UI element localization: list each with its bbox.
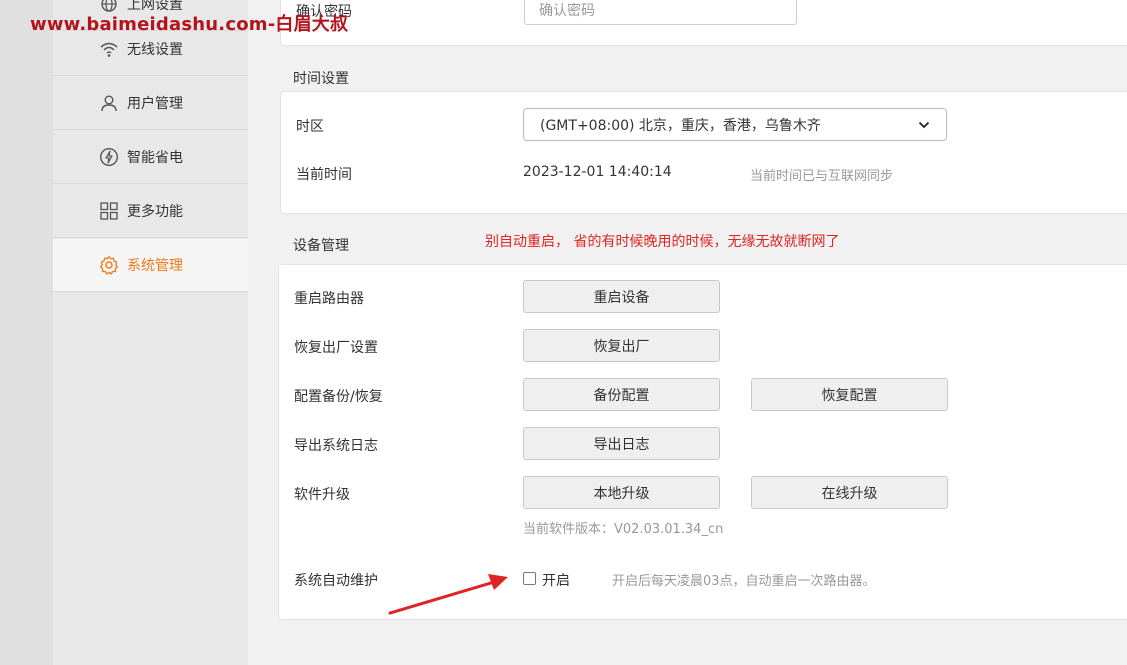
time-sync-hint: 当前时间已与互联网同步 bbox=[750, 169, 894, 184]
sidebar-item-more-features[interactable]: 更多功能 bbox=[53, 185, 248, 238]
time-section-title: 时间设置 bbox=[293, 71, 349, 87]
annotation-arrow-icon bbox=[388, 574, 508, 615]
firmware-version-text: 当前软件版本：V02.03.01.34_cn bbox=[523, 522, 724, 537]
local-upgrade-button[interactable]: 本地升级 bbox=[523, 476, 720, 509]
timezone-label: 时区 bbox=[296, 119, 324, 135]
auto-maintenance-checkbox[interactable] bbox=[523, 572, 536, 585]
sidebar: 上网设置 无线设置 用户管理 智能省电 更多功能 系统管理 bbox=[53, 0, 248, 665]
export-log-label: 导出系统日志 bbox=[294, 438, 378, 454]
reboot-button[interactable]: 重启设备 bbox=[523, 280, 720, 313]
reboot-router-label: 重启路由器 bbox=[294, 291, 364, 307]
gear-icon bbox=[99, 255, 119, 275]
main-content: 确认密码 确认密码 时间设置 时区 (GMT+08:00) 北京，重庆，香港，乌… bbox=[248, 0, 1127, 665]
sidebar-item-label: 用户管理 bbox=[127, 96, 183, 112]
export-log-button[interactable]: 导出日志 bbox=[523, 427, 720, 460]
sidebar-item-label: 无线设置 bbox=[127, 42, 183, 58]
restore-config-button[interactable]: 恢复配置 bbox=[751, 378, 948, 411]
auto-maintenance-checkbox-label[interactable]: 开启 bbox=[542, 570, 570, 590]
device-card: 重启路由器 重启设备 恢复出厂设置 恢复出厂 配置备份/恢复 备份配置 恢复配置… bbox=[278, 264, 1127, 620]
grid-icon bbox=[99, 201, 119, 221]
password-card: 确认密码 确认密码 bbox=[280, 0, 1127, 46]
current-time-label: 当前时间 bbox=[296, 167, 352, 183]
current-time-value: 2023-12-01 14:40:14 bbox=[523, 164, 672, 180]
sidebar-item-system-management[interactable]: 系统管理 bbox=[53, 239, 248, 292]
watermark-text: www.baimeidashu.com-白眉大叔 bbox=[30, 14, 349, 35]
wifi-icon bbox=[99, 39, 119, 59]
factory-reset-button[interactable]: 恢复出厂 bbox=[523, 329, 720, 362]
sidebar-item-label: 系统管理 bbox=[127, 258, 183, 274]
chevron-down-icon bbox=[918, 117, 930, 133]
config-backup-label: 配置备份/恢复 bbox=[294, 389, 383, 405]
backup-config-button[interactable]: 备份配置 bbox=[523, 378, 720, 411]
sidebar-item-label: 智能省电 bbox=[127, 150, 183, 166]
factory-reset-label: 恢复出厂设置 bbox=[294, 340, 378, 356]
auto-maintenance-label: 系统自动维护 bbox=[294, 573, 378, 589]
annotation-note: 别自动重启， 省的有时候晚用的时候，无缘无故就断网了 bbox=[485, 234, 840, 250]
sidebar-item-label: 更多功能 bbox=[127, 204, 183, 220]
user-icon bbox=[99, 93, 119, 113]
timezone-select-value: (GMT+08:00) 北京，重庆，香港，乌鲁木齐 bbox=[540, 117, 821, 134]
online-upgrade-button[interactable]: 在线升级 bbox=[751, 476, 948, 509]
auto-maintenance-hint: 开启后每天凌晨03点，自动重启一次路由器。 bbox=[612, 574, 876, 589]
sidebar-item-users[interactable]: 用户管理 bbox=[53, 77, 248, 130]
time-card: 时区 (GMT+08:00) 北京，重庆，香港，乌鲁木齐 当前时间 2023-1… bbox=[280, 91, 1127, 214]
sidebar-item-power-saving[interactable]: 智能省电 bbox=[53, 131, 248, 184]
power-saving-icon bbox=[99, 147, 119, 167]
device-section-title: 设备管理 bbox=[293, 238, 349, 254]
firmware-upgrade-label: 软件升级 bbox=[294, 487, 350, 503]
confirm-password-input[interactable]: 确认密码 bbox=[524, 0, 797, 25]
outer-gutter bbox=[0, 0, 53, 665]
timezone-select[interactable]: (GMT+08:00) 北京，重庆，香港，乌鲁木齐 bbox=[523, 108, 947, 141]
